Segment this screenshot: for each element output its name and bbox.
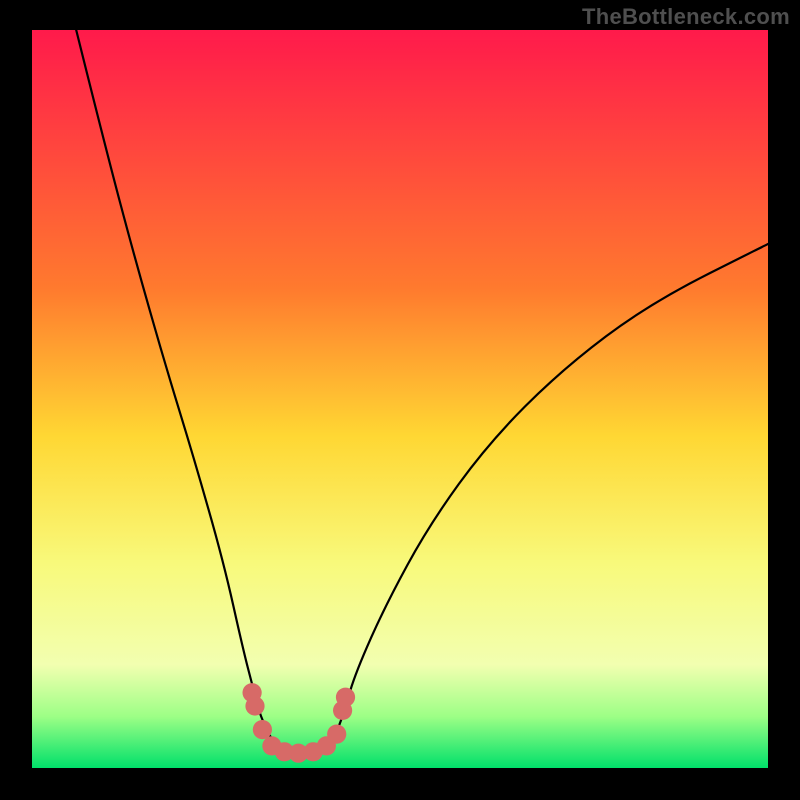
- optimum-marker: [253, 720, 272, 739]
- optimum-marker: [327, 725, 346, 744]
- watermark-text: TheBottleneck.com: [582, 4, 790, 30]
- chart-frame: TheBottleneck.com: [0, 0, 800, 800]
- optimum-marker: [245, 696, 264, 715]
- bottleneck-chart: [0, 0, 800, 800]
- optimum-marker: [336, 688, 355, 707]
- plot-background: [32, 30, 768, 768]
